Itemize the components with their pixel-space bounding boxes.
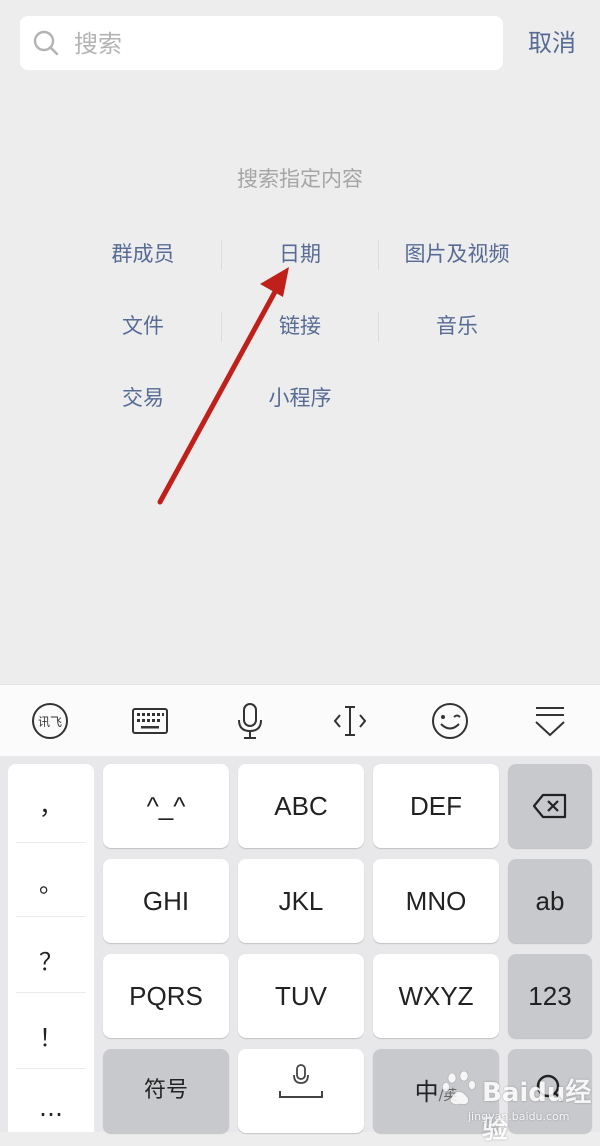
microphone-icon[interactable] bbox=[228, 699, 272, 743]
key-tuv[interactable]: TUV bbox=[238, 954, 364, 1038]
baidu-paw-icon bbox=[442, 1070, 476, 1105]
punct-comma-key[interactable]: ， bbox=[8, 786, 94, 821]
watermark-url: jingyan.baidu.com bbox=[468, 1110, 570, 1123]
space-key[interactable] bbox=[238, 1049, 364, 1133]
baidu-watermark: Baidu经验 jingyan.baidu.com bbox=[436, 1058, 596, 1145]
collapse-keyboard-icon[interactable] bbox=[528, 699, 572, 743]
keyboard-toolbar: 讯飞 bbox=[0, 684, 600, 757]
punctuation-column: ， 。 ？ ！ … bbox=[8, 764, 94, 1132]
key-def[interactable]: DEF bbox=[373, 764, 499, 848]
watermark-text: Baidu经验 bbox=[482, 1078, 592, 1145]
text-cursor-icon[interactable] bbox=[328, 699, 372, 743]
punct-period-key[interactable]: 。 bbox=[8, 864, 94, 899]
key-jkl[interactable]: JKL bbox=[238, 859, 364, 943]
numbers-key[interactable]: 123 bbox=[508, 954, 592, 1038]
emoticon-key[interactable]: ^_^ bbox=[103, 764, 229, 848]
symbol-key[interactable]: 符号 bbox=[103, 1049, 229, 1133]
punct-ellipsis-key[interactable]: … bbox=[8, 1094, 94, 1122]
key-abc[interactable]: ABC bbox=[238, 764, 364, 848]
punct-divider bbox=[16, 842, 86, 843]
annotation-arrow-icon bbox=[157, 267, 289, 505]
backspace-icon bbox=[532, 793, 567, 819]
key-mno[interactable]: MNO bbox=[373, 859, 499, 943]
xunfei-logo-icon[interactable]: 讯飞 bbox=[28, 699, 72, 743]
punct-question-key[interactable]: ？ bbox=[8, 942, 94, 977]
punct-divider bbox=[16, 1068, 86, 1069]
emoji-icon[interactable] bbox=[428, 699, 472, 743]
backspace-key[interactable] bbox=[508, 764, 592, 848]
punct-divider bbox=[16, 916, 86, 917]
xunfei-logo-text: 讯飞 bbox=[38, 715, 62, 729]
ab-key[interactable]: ab bbox=[508, 859, 592, 943]
key-ghi[interactable]: GHI bbox=[103, 859, 229, 943]
punct-divider bbox=[16, 992, 86, 993]
space-mic-icon bbox=[279, 1064, 323, 1098]
key-wxyz[interactable]: WXYZ bbox=[373, 954, 499, 1038]
keyboard-icon[interactable] bbox=[128, 699, 172, 743]
punct-exclaim-key[interactable]: ！ bbox=[8, 1018, 94, 1053]
key-pqrs[interactable]: PQRS bbox=[103, 954, 229, 1038]
